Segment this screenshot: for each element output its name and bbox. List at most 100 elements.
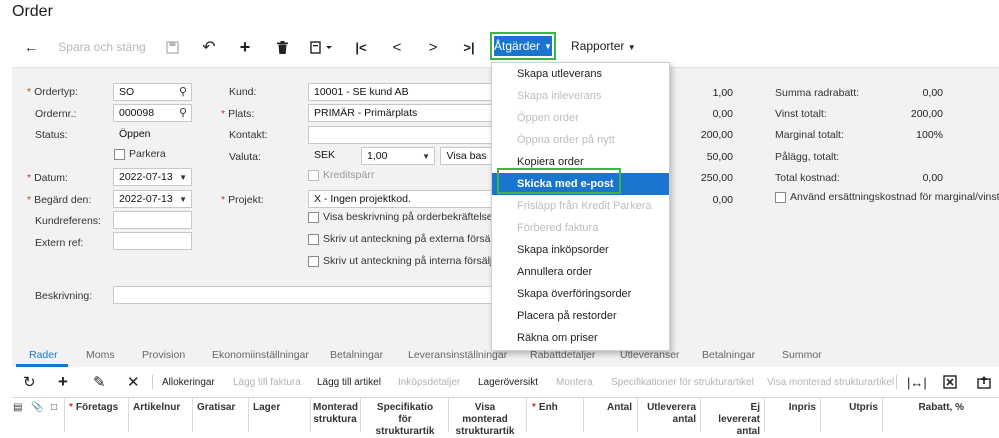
column-utpris[interactable]: Utpris — [822, 402, 878, 414]
reports-button[interactable]: Rapporter ▼ — [571, 39, 636, 53]
tab-summor[interactable]: Summor — [782, 349, 822, 361]
tab-rader[interactable]: Rader — [29, 349, 58, 361]
next-record-icon[interactable]: > — [425, 36, 441, 58]
row-selector-icon[interactable]: ▤ — [13, 402, 22, 414]
spec-strukturartikel-button[interactable]: Specifikationer för strukturartikel — [611, 372, 754, 392]
menu-item-oppna-order-pa-nytt[interactable]: Öppna order på nytt — [492, 129, 669, 151]
search-icon[interactable]: ⚲ — [179, 85, 187, 98]
lagg-till-artikel-button[interactable]: Lägg till artikel — [317, 372, 381, 392]
kreditsparr-label: Kreditspärr — [323, 169, 375, 181]
column-inpris[interactable]: Inpris — [766, 402, 816, 414]
int-anteckning-checkbox[interactable]: Skriv ut anteckning på interna försäljni… — [308, 255, 506, 267]
lagg-till-faktura-button[interactable]: Lägg till faktura — [233, 372, 301, 392]
refresh-icon[interactable]: ↻ — [23, 372, 36, 392]
column-visa-monterad[interactable]: Visa monterad strukturartik — [452, 402, 518, 438]
column-enh[interactable]: * Enh — [532, 402, 558, 414]
externref-field[interactable] — [113, 232, 192, 250]
menu-item-skapa-inkopsorder[interactable]: Skapa inköpsorder — [492, 239, 669, 261]
menu-item-skapa-utleverans[interactable]: Skapa utleverans — [492, 63, 669, 85]
projekt-field[interactable]: X - Ingen projektkod. — [308, 190, 493, 208]
menu-item-frislapp-kredit-parkera[interactable]: Frisläpp från Kredit Parkera — [492, 195, 669, 217]
visa-beskrivning-checkbox[interactable]: Visa beskrivning på orderbekräftelse och — [308, 211, 513, 223]
visa-monterad-button[interactable]: Visa monterad strukturartikel — [767, 372, 894, 392]
tab-ekonomiinstallningar[interactable]: Ekonomiinställningar — [212, 349, 309, 361]
grid-header-border — [12, 397, 999, 398]
column-divider — [526, 398, 527, 432]
actions-button[interactable]: Åtgärder ▼ — [490, 32, 556, 60]
column-lager[interactable]: Lager — [253, 402, 280, 414]
kontakt-field[interactable] — [308, 126, 493, 144]
tab-betalningar-2[interactable]: Betalningar — [702, 349, 755, 361]
beskrivning-field[interactable] — [113, 286, 493, 304]
chevron-down-icon[interactable]: ▼ — [179, 195, 187, 204]
menu-item-skapa-overforingsorder[interactable]: Skapa överföringsorder — [492, 283, 669, 305]
ordertyp-field[interactable]: SO ⚲ — [113, 83, 192, 101]
menu-item-forbered-faktura[interactable]: Förbered faktura — [492, 217, 669, 239]
column-utlevererat[interactable]: Utleverera antal — [638, 402, 696, 426]
actions-menu: Skapa utleverans Skapa inleverans Öppen … — [491, 62, 670, 351]
currency-rate-field[interactable]: 1,00 ▼ — [361, 147, 435, 165]
edit-icon[interactable]: ✎ — [93, 372, 106, 392]
attachment-icon[interactable]: 📎 — [31, 402, 43, 414]
chevron-down-icon[interactable]: ▼ — [422, 152, 430, 161]
menu-item-skapa-inleverans[interactable]: Skapa inleverans — [492, 85, 669, 107]
chevron-down-icon[interactable]: ▼ — [179, 173, 187, 182]
caret-down-icon: ▼ — [627, 43, 636, 52]
reports-label: Rapporter — [571, 39, 625, 53]
menu-item-rakna-om-priser[interactable]: Räkna om priser — [492, 327, 669, 349]
export-excel-icon[interactable] — [943, 372, 957, 392]
column-artikelnr[interactable]: Artikelnur — [133, 402, 180, 414]
column-gratisar[interactable]: Gratisar — [197, 402, 235, 414]
begard-field[interactable]: 2022-07-13 ▼ — [113, 190, 192, 208]
ersattning-checkbox[interactable]: Använd ersättningskostnad för marginal/v… — [775, 191, 999, 203]
copy-paste-icon[interactable] — [307, 36, 337, 58]
inkopsdetaljer-button[interactable]: Inköpsdetaljer — [398, 372, 460, 392]
save-close-button[interactable]: Spara och stäng — [58, 36, 146, 58]
save-icon[interactable] — [163, 36, 181, 58]
visa-bas-button[interactable]: Visa bas — [440, 147, 493, 165]
add-icon[interactable]: + — [236, 36, 254, 58]
undo-icon[interactable]: ↶ — [200, 36, 218, 58]
previous-record-icon[interactable]: < — [389, 36, 405, 58]
column-monterad[interactable]: Monterad struktura — [313, 402, 358, 426]
highlight-frame — [497, 168, 621, 194]
column-rabatt[interactable]: Rabatt, % — [886, 402, 964, 414]
upload-icon[interactable] — [977, 372, 991, 392]
column-specifikationer[interactable]: Specifikatio för strukturartik — [366, 402, 444, 438]
back-icon[interactable]: ← — [22, 36, 40, 58]
kreditsparr-checkbox[interactable]: Kreditspärr — [308, 169, 374, 181]
tab-betalningar[interactable]: Betalningar — [330, 349, 383, 361]
ext-anteckning-checkbox[interactable]: Skriv ut anteckning på externa försäljni… — [308, 233, 509, 245]
tab-moms[interactable]: Moms — [86, 349, 115, 361]
last-record-icon[interactable]: >| — [461, 36, 477, 58]
ordernr-field[interactable]: 000098 ⚲ — [113, 104, 192, 122]
plats-field[interactable]: PRIMÄR - Primärplats — [308, 104, 493, 122]
total-value: 50,00 — [706, 151, 733, 163]
lageroversikt-button[interactable]: Lageröversikt — [478, 372, 538, 392]
search-icon[interactable]: ⚲ — [179, 106, 187, 119]
first-record-icon[interactable]: |< — [353, 36, 369, 58]
datum-field[interactable]: 2022-07-13 ▼ — [113, 168, 192, 186]
beskrivning-label: Beskrivning: — [35, 290, 93, 302]
valuta-value: SEK — [314, 149, 336, 161]
total-value: 250,00 — [700, 172, 733, 184]
add-row-icon[interactable]: + — [58, 372, 68, 392]
menu-item-oppen-order[interactable]: Öppen order — [492, 107, 669, 129]
parkera-checkbox[interactable]: Parkera — [114, 148, 166, 160]
kundreferens-field[interactable] — [113, 211, 192, 229]
column-ej-levererat[interactable]: Ej levererat antal — [703, 402, 760, 438]
ext-anteckning-label: Skriv ut anteckning på externa försäljni… — [323, 233, 510, 245]
column-antal[interactable]: Antal — [585, 402, 632, 414]
menu-item-placera-pa-restorder[interactable]: Placera på restorder — [492, 305, 669, 327]
montera-button[interactable]: Montera — [556, 372, 593, 392]
tab-provision[interactable]: Provision — [142, 349, 185, 361]
kund-field[interactable]: 10001 - SE kund AB — [308, 83, 493, 101]
delete-row-icon[interactable]: ✕ — [127, 372, 140, 392]
delete-icon[interactable] — [273, 36, 291, 58]
menu-item-annullera-order[interactable]: Annullera order — [492, 261, 669, 283]
column-foretags[interactable]: * Företags — [69, 402, 118, 414]
summa-radrabatt-value: 0,00 — [922, 87, 943, 99]
note-icon[interactable]: □ — [51, 402, 57, 414]
fit-columns-icon[interactable]: |↔| — [907, 372, 927, 392]
allokeringar-button[interactable]: Allokeringar — [162, 372, 215, 392]
